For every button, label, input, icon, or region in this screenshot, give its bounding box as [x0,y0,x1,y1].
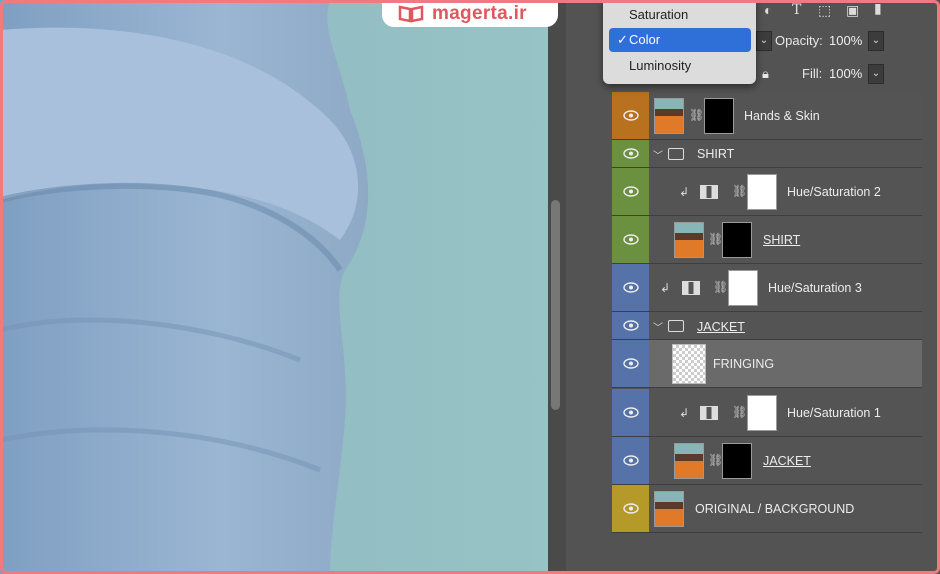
menu-item-saturation[interactable]: Saturation [609,3,751,27]
layer-name: Hue/Saturation 2 [787,185,881,199]
layer-group-jacket[interactable]: ﹀ JACKET [612,312,922,340]
chain-link-icon[interactable]: ⛓︎ [732,405,747,419]
layer-hue-saturation-3[interactable]: ↲ ⛓︎ Hue/Saturation 3 [612,264,922,312]
watermark-text: magerta.ir [432,2,527,24]
opacity-input[interactable]: 100% [825,31,867,51]
layer-name: ORIGINAL / BACKGROUND [695,502,855,516]
fill-label: Fill: [802,66,823,81]
layer-name: Hands & Skin [744,109,820,123]
fill-chevron-icon[interactable]: ⌄ [868,64,884,84]
menu-item-luminosity[interactable]: Luminosity [609,54,751,78]
shape-filter-icon[interactable]: ⬚ [818,2,831,19]
eye-icon[interactable] [612,264,649,311]
chevron-down-icon[interactable]: ﹀ [653,319,663,334]
layer-mask-thumbnail[interactable] [747,174,777,210]
chevron-down-icon[interactable]: ﹀ [653,147,663,162]
layer-mask-thumbnail[interactable] [728,270,758,306]
layer-fringing[interactable]: FRINGING [612,340,922,388]
opacity-chevron-icon[interactable]: ⌄ [868,31,884,51]
opacity-label: Opacity: [775,33,823,48]
hue-saturation-adjustment-icon [700,185,718,199]
lock-icon[interactable]: 🔒︎ [762,66,769,82]
hue-saturation-adjustment-icon [700,406,718,420]
layers-panel: ⛓︎ Hands & Skin ﹀ SHIRT ↲ ⛓︎ Hue/Saturat… [612,92,940,574]
eye-icon[interactable] [612,216,649,263]
layer-thumbnail [674,222,704,258]
layer-name: Hue/Saturation 1 [787,406,881,420]
layer-filter-toolbar: ◐ T ⬚ ▣ ▮ [756,0,940,22]
transparent-layer-thumbnail [672,344,706,384]
canvas-area[interactable] [0,0,548,574]
folder-icon [668,320,684,332]
folder-icon [668,148,684,160]
type-filter-icon[interactable]: T [792,2,801,18]
eye-icon[interactable] [612,140,649,167]
eye-icon[interactable] [612,92,649,139]
eye-icon[interactable] [612,389,649,436]
eye-icon[interactable] [612,340,649,387]
layer-name: JACKET [697,320,745,334]
clipping-arrow-icon: ↲ [679,406,690,420]
layer-original-background[interactable]: ORIGINAL / BACKGROUND [612,485,922,533]
checkmark-icon: ✓ [617,32,628,47]
jacket-sleeve-image [0,0,548,574]
blend-mode-chevron-icon[interactable]: ⌄ [756,31,772,51]
layer-mask-thumbnail[interactable] [722,443,752,479]
chain-link-icon[interactable]: ⛓︎ [713,280,728,294]
layer-name: SHIRT [697,147,735,161]
menu-item-label: Saturation [629,7,689,22]
layer-jacket[interactable]: ⛓︎ JACKET [612,437,922,485]
layer-name: SHIRT [763,233,801,247]
layer-hands-skin[interactable]: ⛓︎ Hands & Skin [612,92,922,140]
chain-link-icon[interactable]: ⛓︎ [689,108,704,122]
clipping-arrow-icon: ↲ [660,281,671,295]
filter-toggle-icon[interactable]: ▮ [874,0,882,17]
watermark: magerta.ir [382,0,558,27]
book-logo-icon [398,4,424,23]
layer-thumbnail [654,98,684,134]
eye-icon[interactable] [612,168,649,215]
layer-name: Hue/Saturation 3 [768,281,862,295]
layer-hue-saturation-1[interactable]: ↲ ⛓︎ Hue/Saturation 1 [612,389,922,437]
layer-group-shirt[interactable]: ﹀ SHIRT [612,140,922,168]
menu-item-label: Color [629,32,661,47]
chain-link-icon[interactable]: ⛓︎ [732,184,747,198]
layer-hue-saturation-2[interactable]: ↲ ⛓︎ Hue/Saturation 2 [612,168,922,216]
chain-link-icon[interactable]: ⛓︎ [708,453,723,467]
eye-icon[interactable] [612,312,649,339]
layer-mask-thumbnail[interactable] [722,222,752,258]
layer-mask-thumbnail[interactable] [704,98,734,134]
chain-link-icon[interactable]: ⛓︎ [708,232,723,246]
hue-saturation-adjustment-icon [682,281,700,295]
smart-object-filter-icon[interactable]: ▣ [846,2,859,19]
adjustment-filter-icon[interactable]: ◐ [764,2,772,18]
blend-mode-menu: Saturation ✓ Color Luminosity [603,0,756,84]
layer-name: FRINGING [713,357,775,371]
eye-icon[interactable] [612,437,649,484]
layer-mask-thumbnail[interactable] [747,395,777,431]
eye-icon[interactable] [612,485,649,532]
layer-thumbnail [654,491,684,527]
panel-gutter [566,0,612,574]
menu-item-label: Luminosity [629,58,692,73]
layer-name: JACKET [763,454,811,468]
fill-input[interactable]: 100% [825,64,867,84]
clipping-arrow-icon: ↲ [679,185,690,199]
layer-thumbnail [674,443,704,479]
layer-shirt[interactable]: ⛓︎ SHIRT [612,216,922,264]
canvas-scrollbar-thumb[interactable] [551,200,560,410]
menu-item-color[interactable]: ✓ Color [609,28,751,52]
